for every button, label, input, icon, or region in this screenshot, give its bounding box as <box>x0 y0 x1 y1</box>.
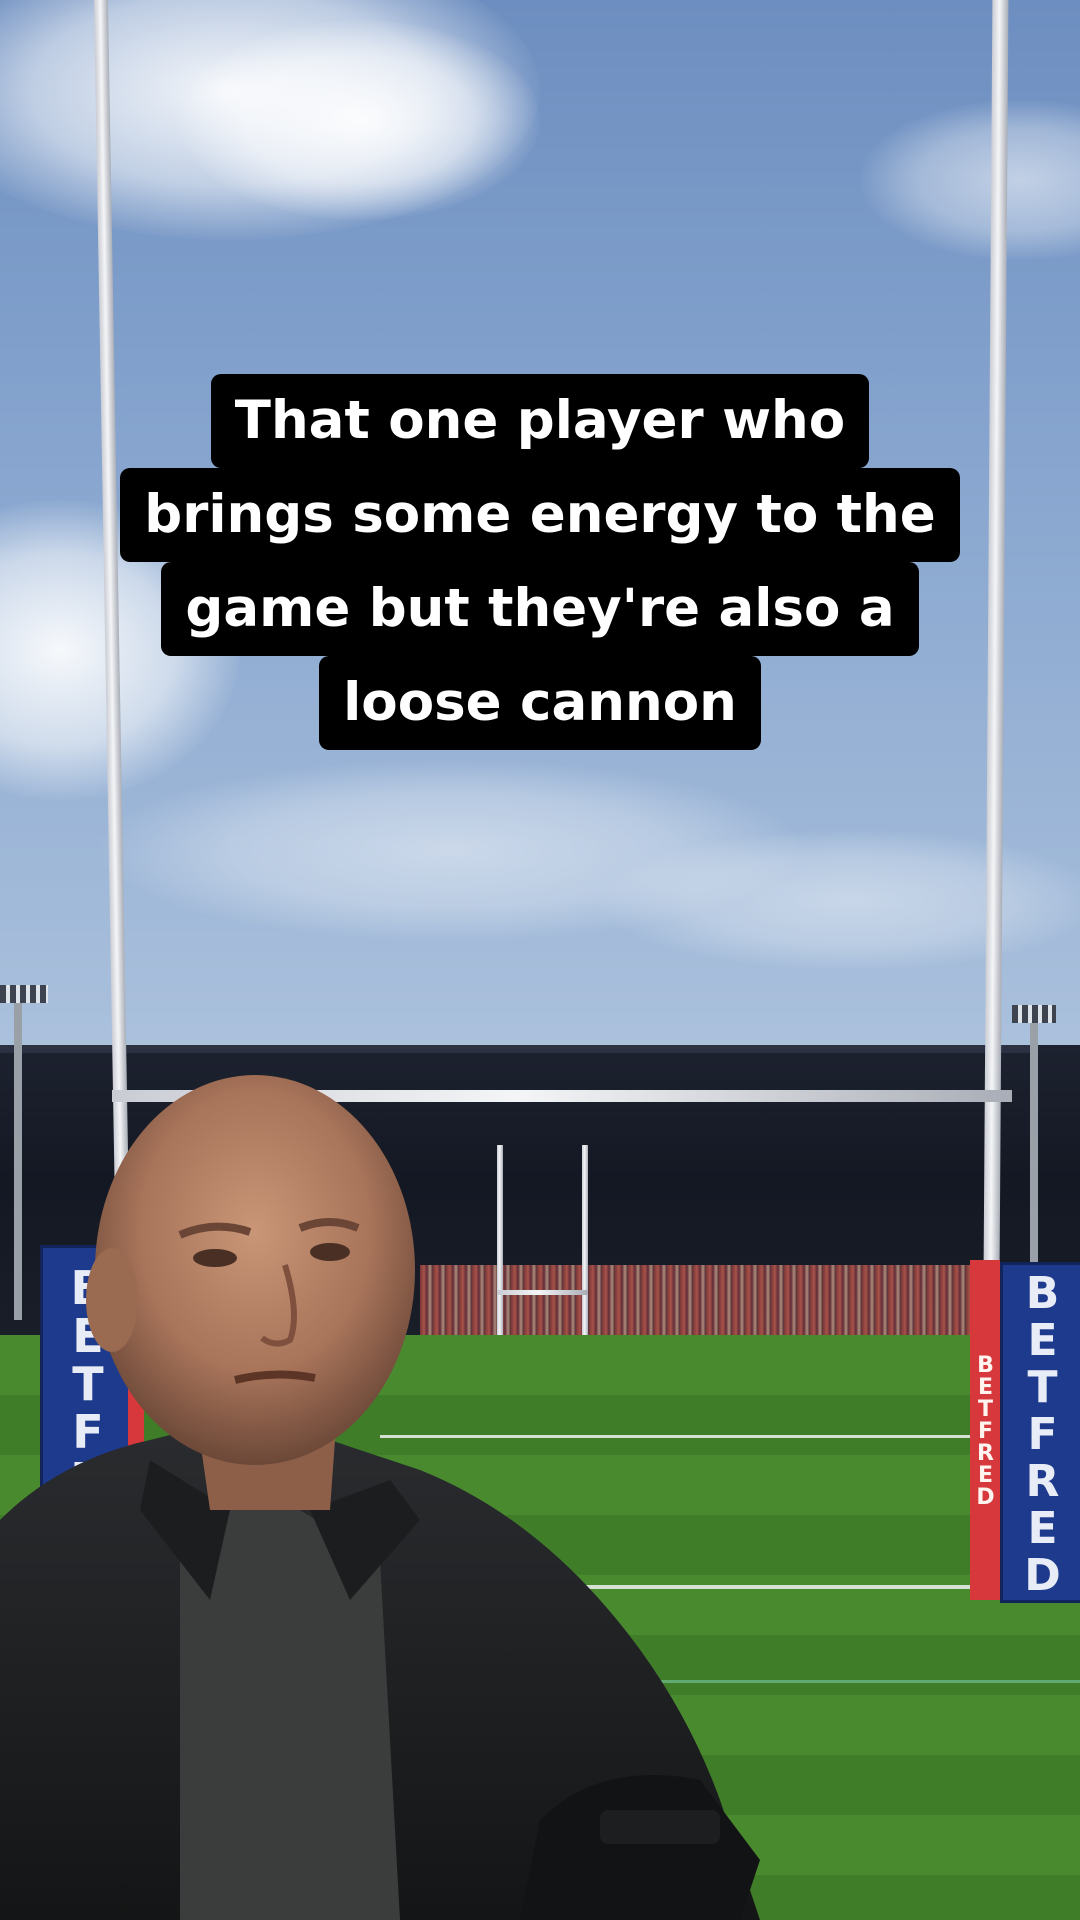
caption: That one player who brings some energy t… <box>0 374 1080 750</box>
head <box>95 1075 415 1465</box>
cloud <box>180 20 540 220</box>
floodlight-head <box>0 985 48 1003</box>
ear <box>86 1248 138 1352</box>
post-pad-right-side: BETFRED <box>970 1260 1000 1600</box>
caption-line: That one player who <box>210 374 870 468</box>
post-pad-right: BETFRED <box>1000 1262 1080 1603</box>
person-overlay <box>0 1075 760 1920</box>
caption-line: loose cannon <box>319 656 761 750</box>
eye <box>310 1243 350 1261</box>
pad-side-logo-text: BETFRED <box>973 1353 998 1507</box>
floodlight-head <box>1012 1005 1056 1023</box>
caption-line: brings some energy to the <box>120 468 960 562</box>
pad-logo-text: BETFRED <box>1017 1268 1068 1597</box>
caption-line: game but they're also a <box>161 562 919 656</box>
cloud <box>860 100 1080 260</box>
eye <box>193 1249 237 1267</box>
cloud <box>600 830 1080 970</box>
camera-equipment <box>600 1810 720 1844</box>
video-frame: BETFR BETFRED BETFRED That one player wh… <box>0 0 1080 1920</box>
